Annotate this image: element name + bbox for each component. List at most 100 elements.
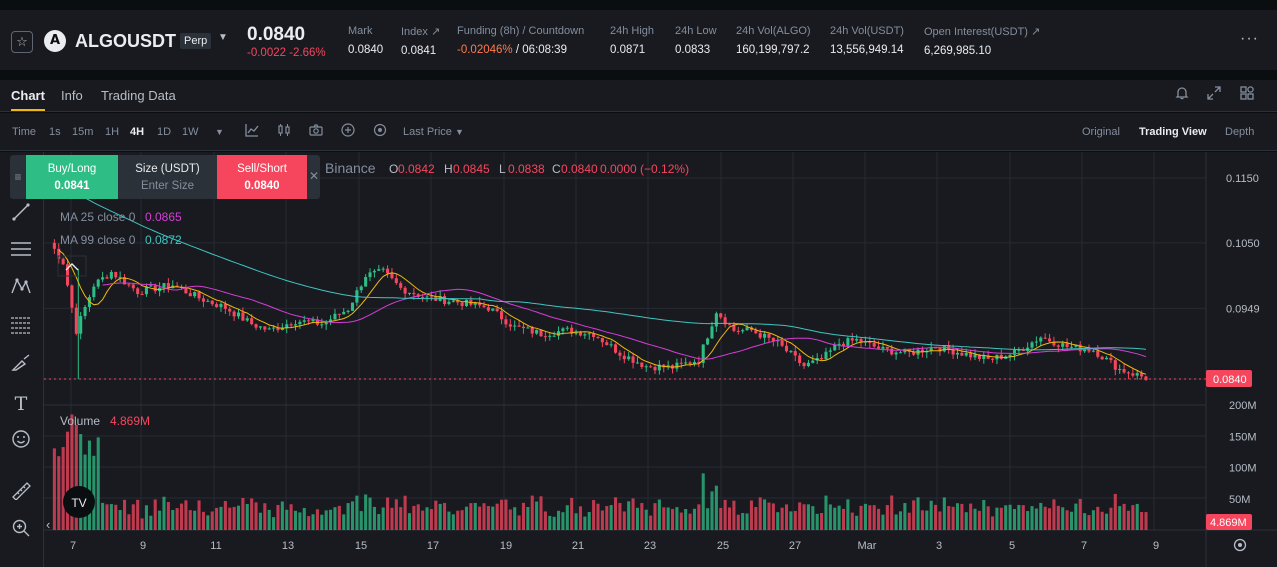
volume-bar bbox=[583, 516, 587, 530]
interval-15m[interactable]: 15m bbox=[72, 126, 93, 138]
volume-bar bbox=[350, 501, 355, 530]
sidebar-collapse-icon: ‹ bbox=[46, 517, 50, 532]
price-chart[interactable]: 0.1150 0.1050 0.0949 0.0840 200M 150M 100M 50M 4… bbox=[38, 152, 1277, 567]
price-type-select[interactable]: Last Price ▼ bbox=[403, 126, 464, 138]
candle-body bbox=[719, 313, 723, 318]
volume-bar bbox=[491, 506, 495, 530]
candle-body bbox=[386, 268, 390, 274]
candle-body bbox=[1087, 349, 1091, 352]
interval-time[interactable]: Time bbox=[12, 126, 36, 138]
interval-1w[interactable]: 1W bbox=[182, 126, 199, 138]
volume-bar bbox=[872, 505, 876, 530]
legend-o-label: O bbox=[389, 162, 398, 176]
candle-body bbox=[991, 358, 995, 360]
size-input[interactable]: Size (USDT) Enter Size bbox=[118, 155, 217, 199]
expand-icon[interactable] bbox=[1205, 85, 1223, 103]
candle-body bbox=[763, 333, 767, 338]
volume-bar bbox=[307, 516, 311, 530]
candle-body bbox=[649, 366, 653, 368]
bell-icon[interactable] bbox=[1173, 85, 1191, 103]
candle-body bbox=[381, 268, 385, 270]
candle-body bbox=[394, 278, 398, 284]
volume-bar bbox=[811, 506, 815, 530]
volume-bar bbox=[359, 511, 363, 530]
volume-bar bbox=[1096, 506, 1100, 530]
stat-index[interactable]: Index ↗ 0.0841 bbox=[401, 25, 440, 57]
symbol-name[interactable]: ALGOUSDT bbox=[75, 31, 176, 52]
candle-body bbox=[403, 287, 407, 294]
text-tool-icon[interactable]: T bbox=[8, 391, 34, 417]
zoom-icon[interactable] bbox=[8, 518, 34, 544]
close-icon[interactable]: ✕ bbox=[309, 169, 319, 183]
volume-bar bbox=[1131, 505, 1135, 530]
more-icon[interactable]: ··· bbox=[1240, 30, 1259, 48]
candle-body bbox=[548, 335, 552, 337]
add-circle-icon[interactable] bbox=[339, 122, 357, 140]
emoji-icon[interactable] bbox=[8, 429, 34, 455]
volume-bar bbox=[469, 503, 473, 530]
volume-bar bbox=[964, 512, 968, 530]
interval-chevron-down-icon[interactable]: ▼ bbox=[215, 127, 224, 137]
star-icon[interactable]: ☆ bbox=[11, 31, 33, 53]
tab-info[interactable]: Info bbox=[61, 88, 83, 103]
candle-body bbox=[552, 335, 556, 337]
interval-1s[interactable]: 1s bbox=[49, 126, 61, 138]
settings-icon[interactable] bbox=[371, 122, 389, 140]
stat-open-interest[interactable]: Open Interest(USDT) ↗ 6,269,985.10 bbox=[924, 25, 1040, 57]
candle-body bbox=[557, 331, 561, 336]
price-axis-label: 0.0949 bbox=[1226, 303, 1260, 315]
candle-body bbox=[653, 366, 657, 371]
candle-type-icon[interactable] bbox=[275, 122, 293, 140]
candle-body bbox=[1131, 373, 1135, 376]
brush-icon[interactable] bbox=[8, 353, 34, 379]
horizontal-lines-icon[interactable] bbox=[8, 239, 34, 265]
volume-bar bbox=[526, 506, 530, 530]
volume-bar bbox=[535, 501, 539, 530]
candle-body bbox=[806, 362, 810, 367]
interval-4h[interactable]: 4H bbox=[130, 126, 144, 138]
volume-bar bbox=[425, 507, 429, 530]
volume-bar bbox=[153, 499, 157, 530]
perp-badge: Perp bbox=[180, 33, 212, 49]
volume-bar bbox=[815, 513, 819, 530]
layout-grid-icon[interactable] bbox=[1238, 85, 1256, 103]
buy-long-button[interactable]: Buy/Long 0.0841 bbox=[26, 155, 118, 199]
view-trading-view[interactable]: Trading View bbox=[1139, 126, 1207, 138]
chevron-down-icon[interactable]: ▼ bbox=[218, 32, 228, 43]
view-original[interactable]: Original bbox=[1082, 126, 1120, 138]
candle-body bbox=[307, 320, 311, 322]
candle-body bbox=[96, 279, 100, 287]
sell-short-button[interactable]: Sell/Short 0.0840 bbox=[217, 155, 307, 199]
volume-bar bbox=[166, 501, 170, 530]
volume-bar bbox=[280, 501, 284, 530]
candle-body bbox=[596, 337, 600, 339]
indicator-icon[interactable] bbox=[243, 122, 261, 140]
volume-bar bbox=[1052, 499, 1056, 530]
volume-bar bbox=[657, 499, 661, 530]
volume-value: 4.869M bbox=[110, 414, 150, 428]
candle-body bbox=[1026, 347, 1030, 351]
volume-bar bbox=[500, 499, 504, 530]
chart-area[interactable]: 0.1150 0.1050 0.0949 0.0840 200M 150M 100M 50M 4… bbox=[38, 152, 1277, 567]
time-axis-label: 13 bbox=[282, 540, 294, 552]
volume-bar bbox=[329, 509, 333, 530]
camera-icon[interactable] bbox=[307, 122, 325, 140]
volume-bar bbox=[565, 505, 569, 530]
candle-body bbox=[951, 349, 955, 355]
volume-bar bbox=[407, 513, 412, 530]
interval-1h[interactable]: 1H bbox=[105, 126, 119, 138]
volume-bar bbox=[127, 514, 131, 530]
tab-chart[interactable]: Chart bbox=[1, 88, 55, 111]
interval-1d[interactable]: 1D bbox=[157, 126, 171, 138]
drag-handle-icon[interactable]: ≡ bbox=[10, 155, 26, 199]
trendline-icon[interactable] bbox=[8, 202, 34, 228]
volume-bar bbox=[478, 506, 482, 530]
ruler-icon[interactable] bbox=[8, 480, 34, 506]
pattern-icon[interactable] bbox=[8, 276, 34, 302]
fib-icon[interactable] bbox=[8, 315, 34, 341]
view-depth[interactable]: Depth bbox=[1225, 126, 1254, 138]
candle-body bbox=[1113, 360, 1117, 370]
tab-trading-data[interactable]: Trading Data bbox=[101, 88, 176, 103]
candle-body bbox=[114, 272, 118, 278]
volume-bar bbox=[1100, 511, 1104, 530]
